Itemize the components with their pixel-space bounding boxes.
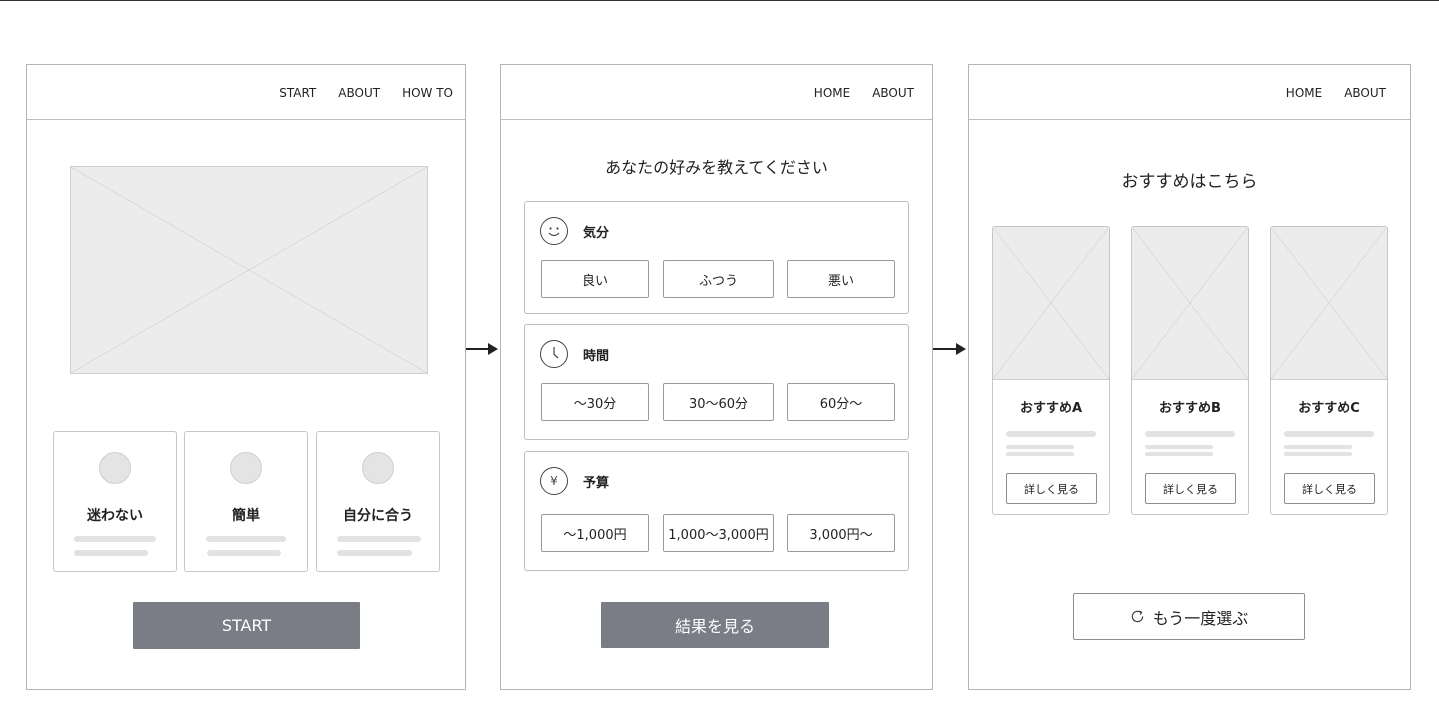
- top-rule: [0, 0, 1439, 1]
- feature-icon-placeholder: [99, 452, 131, 484]
- recommendation-card[interactable]: おすすめB 詳しく見る: [1131, 226, 1249, 515]
- header: HOME ABOUT: [501, 65, 932, 120]
- option-button[interactable]: 1,000〜3,000円: [663, 514, 774, 552]
- hero-image-placeholder: [70, 166, 428, 374]
- text-placeholder-line: [74, 536, 156, 542]
- text-placeholder-line: [1145, 431, 1235, 437]
- nav-about[interactable]: ABOUT: [872, 86, 914, 100]
- text-placeholder-line: [337, 550, 412, 556]
- recommendation-title: おすすめC: [1298, 401, 1360, 416]
- details-button[interactable]: 詳しく見る: [1006, 473, 1097, 504]
- text-placeholder-line: [337, 536, 421, 542]
- group-label: 時間: [583, 349, 610, 364]
- details-button[interactable]: 詳しく見る: [1145, 473, 1236, 504]
- flow-arrow: [466, 343, 498, 355]
- text-placeholder-line: [1145, 452, 1213, 456]
- option-button[interactable]: 3,000円〜: [787, 514, 895, 552]
- nav-howto[interactable]: HOW TO: [402, 86, 453, 100]
- header: START ABOUT HOW TO: [27, 65, 465, 120]
- recommendation-card[interactable]: おすすめC 詳しく見る: [1270, 226, 1388, 515]
- nav-home[interactable]: HOME: [1286, 86, 1322, 100]
- text-placeholder-line: [1006, 452, 1074, 456]
- screen-recommendations: HOME ABOUT おすすめはこちら おすすめA 詳しく見る おすすめB 詳し…: [968, 64, 1411, 690]
- option-button[interactable]: 〜30分: [541, 383, 649, 421]
- text-placeholder-line: [74, 550, 148, 556]
- option-button[interactable]: 〜1,000円: [541, 514, 649, 552]
- nav-menu: START ABOUT HOW TO: [279, 65, 453, 120]
- header: HOME ABOUT: [969, 65, 1410, 120]
- smiley-icon: [540, 217, 568, 245]
- option-button[interactable]: 良い: [541, 260, 649, 298]
- group-label: 予算: [583, 476, 610, 491]
- question-group-mood: 気分 良い ふつう 悪い: [524, 201, 909, 314]
- text-placeholder-line: [207, 550, 281, 556]
- yen-icon: ¥: [540, 467, 568, 495]
- nav-about[interactable]: ABOUT: [1344, 86, 1386, 100]
- nav-menu: HOME ABOUT: [814, 65, 914, 120]
- page-title: あなたの好みを教えてください: [605, 158, 828, 177]
- recommendation-title: おすすめA: [1019, 401, 1083, 416]
- feature-card: 迷わない: [53, 431, 177, 572]
- nav-about[interactable]: ABOUT: [338, 86, 380, 100]
- question-group-budget: ¥ 予算 〜1,000円 1,000〜3,000円 3,000円〜: [524, 451, 909, 571]
- text-placeholder-line: [1284, 445, 1352, 449]
- start-button[interactable]: START: [133, 602, 360, 649]
- option-button[interactable]: 30〜60分: [663, 383, 774, 421]
- text-placeholder-line: [1006, 431, 1096, 437]
- choose-again-label: もう一度選ぶ: [1152, 608, 1249, 628]
- feature-title: 迷わない: [87, 508, 143, 524]
- feature-card: 簡単: [184, 431, 308, 572]
- refresh-icon: [1130, 609, 1145, 624]
- nav-menu: HOME ABOUT: [1286, 65, 1386, 120]
- text-placeholder-line: [1145, 445, 1213, 449]
- recommendation-title: おすすめB: [1159, 401, 1221, 416]
- option-button[interactable]: 60分〜: [787, 383, 895, 421]
- screen-preferences: HOME ABOUT あなたの好みを教えてください 気分 良い ふつう 悪い 時…: [500, 64, 933, 690]
- text-placeholder-line: [1284, 452, 1352, 456]
- page-title: おすすめはこちら: [1121, 172, 1258, 192]
- feature-title: 簡単: [232, 508, 260, 524]
- text-placeholder-line: [1006, 445, 1074, 449]
- screen-start: START ABOUT HOW TO 迷わない 簡単 自分に合う START: [26, 64, 466, 690]
- nav-home[interactable]: HOME: [814, 86, 850, 100]
- feature-icon-placeholder: [362, 452, 394, 484]
- text-placeholder-line: [1284, 431, 1374, 437]
- text-placeholder-line: [206, 536, 286, 542]
- recommendation-image-placeholder: [1271, 227, 1387, 380]
- see-results-button[interactable]: 結果を見る: [601, 602, 829, 648]
- recommendation-card[interactable]: おすすめA 詳しく見る: [992, 226, 1110, 515]
- option-button[interactable]: ふつう: [663, 260, 774, 298]
- details-button[interactable]: 詳しく見る: [1284, 473, 1375, 504]
- feature-icon-placeholder: [230, 452, 262, 484]
- option-button[interactable]: 悪い: [787, 260, 895, 298]
- flow-arrow: [933, 343, 966, 355]
- group-label: 気分: [583, 226, 610, 241]
- clock-icon: [540, 340, 568, 368]
- choose-again-button[interactable]: もう一度選ぶ: [1073, 593, 1305, 640]
- recommendation-image-placeholder: [1132, 227, 1248, 380]
- recommendation-image-placeholder: [993, 227, 1109, 380]
- feature-title: 自分に合う: [343, 508, 413, 524]
- feature-card: 自分に合う: [316, 431, 440, 572]
- question-group-time: 時間 〜30分 30〜60分 60分〜: [524, 324, 909, 440]
- nav-start[interactable]: START: [279, 86, 316, 100]
